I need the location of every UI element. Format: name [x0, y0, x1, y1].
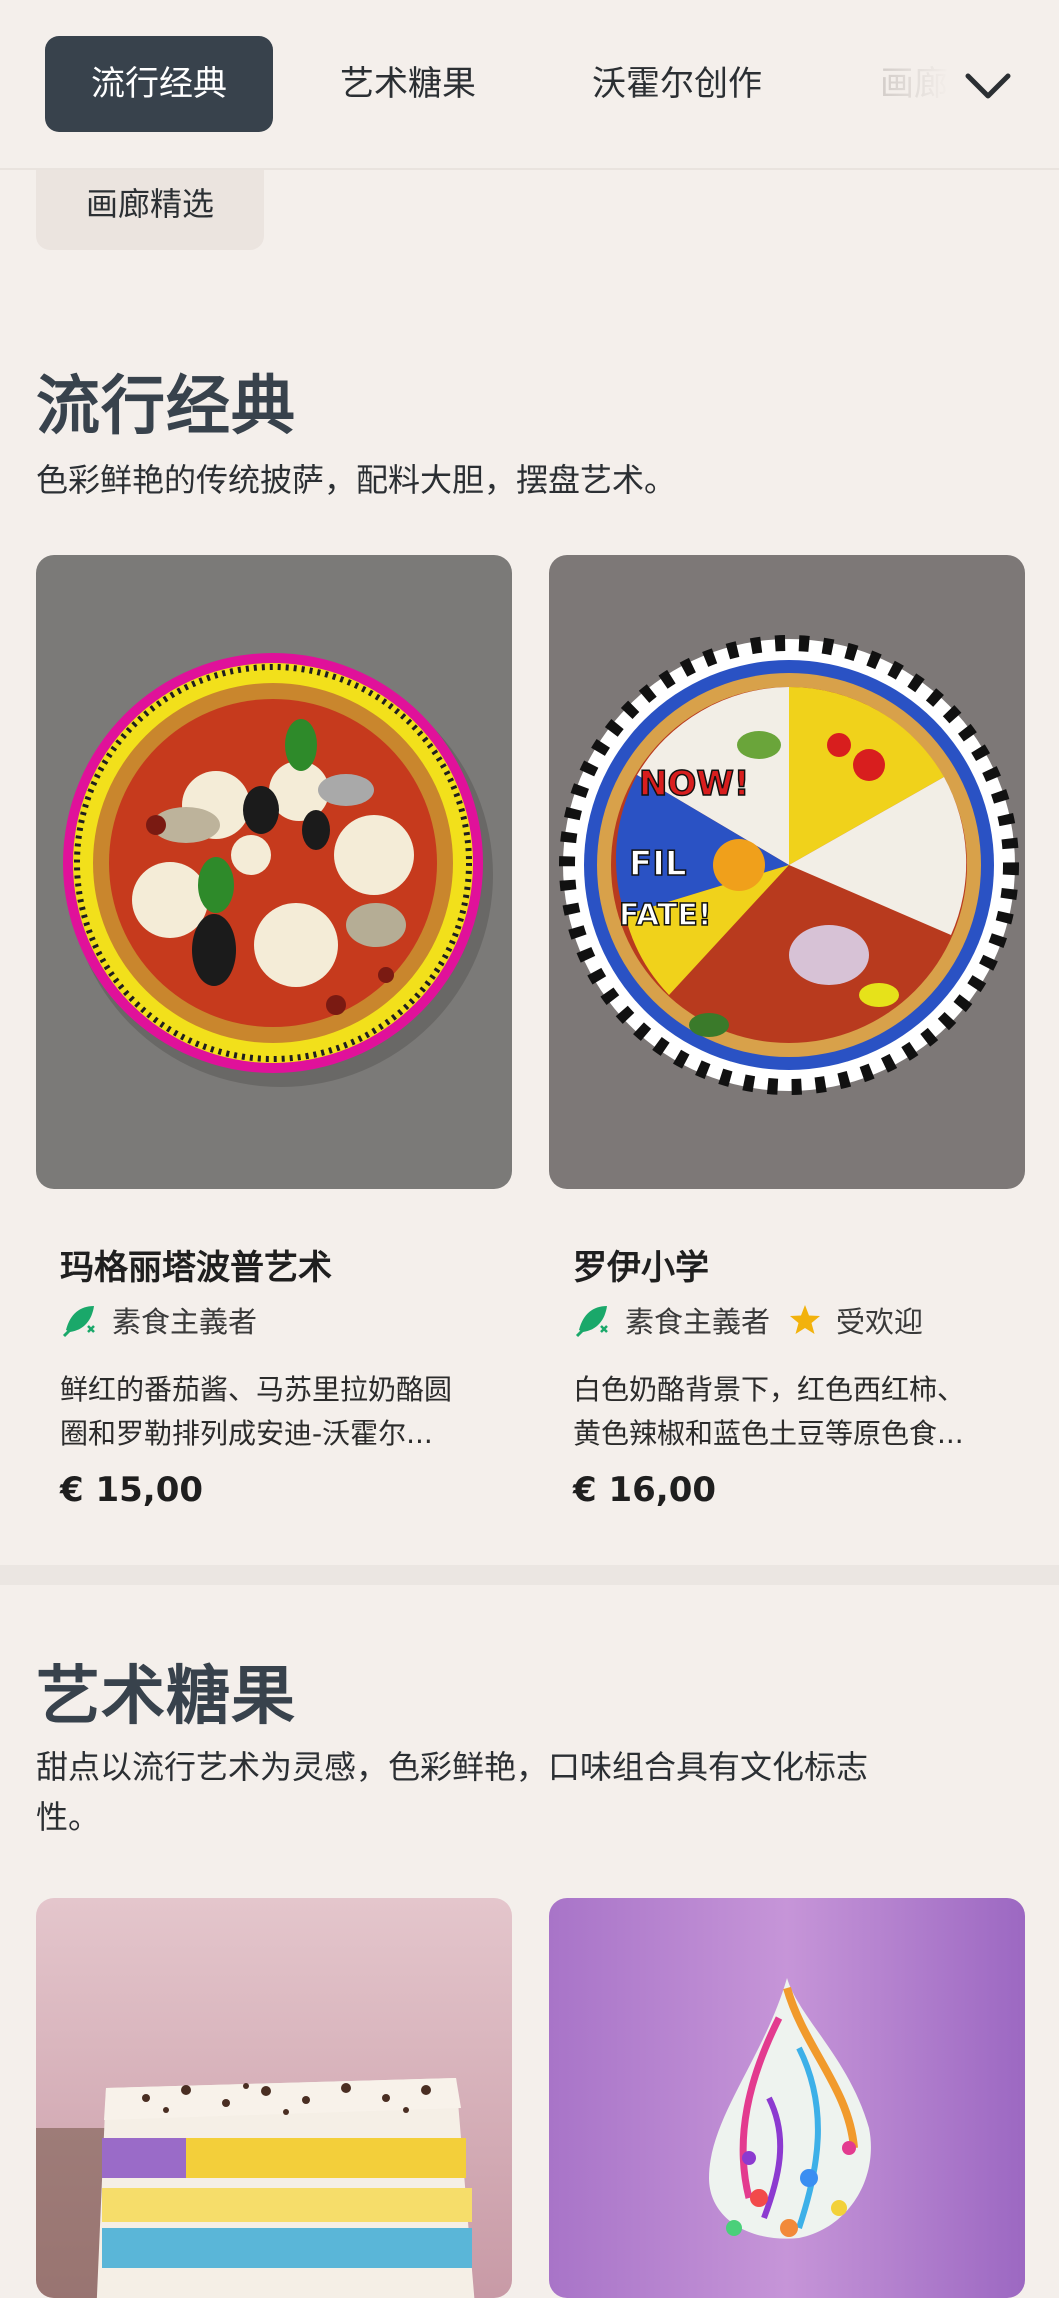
description-line: 圈和罗勒排列成安迪-沃霍尔...	[60, 1417, 433, 1450]
description-line: 性。	[36, 1798, 101, 1836]
tag-vegan: 素食主義者	[625, 1305, 771, 1339]
svg-text:NOW!: NOW!	[639, 764, 749, 804]
product-image-cake[interactable]	[36, 1898, 512, 2298]
vegan-leaf-icon	[575, 1306, 608, 1338]
product-tags: 素食主義者 受欢迎	[573, 1300, 923, 1340]
category-nav: 流行经典 艺术糖果 沃霍尔创作 画廊精选	[0, 0, 1059, 170]
section-title: 艺术糖果	[36, 1660, 296, 1734]
section-description: 甜点以流行艺术为灵感，色彩鲜艳，口味组合具有文化标志 性。	[36, 1742, 996, 1842]
product-price: € 16,00	[573, 1470, 717, 1510]
tab-warhol-creations[interactable]: 沃霍尔创作	[592, 36, 762, 132]
section-title: 流行经典	[36, 370, 296, 444]
vegan-leaf-icon	[62, 1306, 95, 1338]
product-name[interactable]: 罗伊小学	[573, 1240, 709, 1289]
star-icon	[790, 1305, 821, 1334]
product-image-margherita[interactable]	[36, 555, 512, 1189]
product-description: 白色奶酪背景下，红色西红柿、 黄色辣椒和蓝色土豆等原色食...	[573, 1368, 1013, 1456]
description-line: 白色奶酪背景下，红色西红柿、	[573, 1373, 966, 1406]
tab-art-candy[interactable]: 艺术糖果	[340, 36, 476, 132]
product-tags: 素食主義者	[60, 1300, 257, 1340]
product-price: € 15,00	[60, 1470, 204, 1510]
product-image-roy[interactable]: NOW! FIL FATE!	[549, 555, 1025, 1189]
product-description: 鲜红的番茄酱、马苏里拉奶酪圆 圈和罗勒排列成安迪-沃霍尔...	[60, 1368, 500, 1456]
tag-popular: 受欢迎	[836, 1305, 924, 1339]
description-line: 鲜红的番茄酱、马苏里拉奶酪圆	[60, 1373, 453, 1406]
tab-pop-classics[interactable]: 流行经典	[45, 36, 273, 132]
svg-text:FATE!: FATE!	[619, 898, 712, 933]
description-line: 黄色辣椒和蓝色土豆等原色食...	[573, 1417, 964, 1450]
section-description: 色彩鲜艳的传统披萨，配料大胆，摆盘艺术。	[36, 461, 677, 499]
section-divider	[0, 1565, 1059, 1585]
tab-gallery-picks[interactable]: 画廊精选	[36, 160, 264, 250]
chevron-down-icon[interactable]	[960, 58, 1016, 114]
svg-text:FIL: FIL	[629, 844, 687, 884]
tag-vegan: 素食主義者	[112, 1305, 258, 1339]
product-image-ice-cream[interactable]	[549, 1898, 1025, 2298]
description-line: 甜点以流行艺术为灵感，色彩鲜艳，口味组合具有文化标志	[36, 1748, 869, 1786]
product-name[interactable]: 玛格丽塔波普艺术	[60, 1240, 332, 1289]
